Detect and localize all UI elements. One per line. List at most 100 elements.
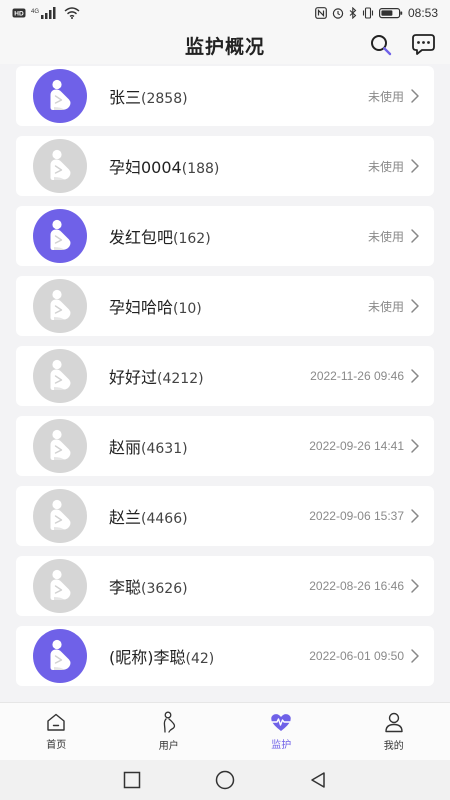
user-id: (162) xyxy=(173,231,211,247)
profile-icon xyxy=(385,712,403,733)
user-name: 好好过 xyxy=(109,368,158,387)
chevron-right-icon xyxy=(411,89,419,103)
user-avatar xyxy=(33,419,87,473)
user-id: (3626) xyxy=(141,581,188,597)
chat-bubble-icon xyxy=(412,34,435,55)
pregnant-woman-icon xyxy=(50,289,71,320)
tab-users[interactable]: 用户 xyxy=(113,703,226,760)
tab-profile-label: 我的 xyxy=(383,741,404,752)
page-title: 监护概况 xyxy=(184,35,265,58)
user-id: (10) xyxy=(173,301,202,317)
user-card-1[interactable]: 孕妇0004 (188) 未使用 xyxy=(16,136,434,196)
tab-home[interactable]: 首页 xyxy=(0,703,113,760)
last-use-status: 2022-09-26 14:41 xyxy=(309,439,404,453)
user-name: 孕妇哈哈 xyxy=(109,298,174,317)
pregnant-woman-icon xyxy=(50,569,71,600)
user-name-group: 赵丽 (4631) xyxy=(109,434,309,458)
user-avatar xyxy=(33,349,87,403)
search-button[interactable] xyxy=(366,30,396,60)
battery-icon xyxy=(378,8,403,19)
user-card-5[interactable]: 赵丽 (4631) 2022-09-26 14:41 xyxy=(16,416,434,476)
pregnant-woman-icon xyxy=(50,79,71,110)
pregnant-woman-icon xyxy=(50,639,71,670)
user-name: (昵称)李聪 xyxy=(109,648,186,667)
user-avatar xyxy=(33,69,87,123)
home-nav-button[interactable] xyxy=(214,769,236,791)
user-card-0[interactable]: 张三 (2858) 未使用 xyxy=(16,66,434,126)
user-avatar xyxy=(33,559,87,613)
user-id: (42) xyxy=(185,651,215,667)
last-use-status: 2022-08-26 16:46 xyxy=(309,579,404,593)
user-avatar xyxy=(33,629,87,683)
wifi-icon xyxy=(64,7,80,19)
pregnant-user-icon xyxy=(163,711,175,733)
chevron-right-icon xyxy=(411,299,419,313)
pregnant-woman-icon xyxy=(50,359,71,390)
user-avatar xyxy=(33,209,87,263)
user-name-group: 好好过 (4212) xyxy=(109,364,310,388)
tab-monitor-label: 监护 xyxy=(271,740,292,751)
tab-monitor[interactable]: 监护 xyxy=(225,703,338,760)
user-name: 赵丽 xyxy=(109,438,142,457)
last-use-status: 未使用 xyxy=(367,229,404,244)
tab-users-label: 用户 xyxy=(158,741,179,752)
monitor-user-list: 张三 (2858) 未使用 孕妇0004 (188) 未使用 发红包吧 (162… xyxy=(16,66,434,696)
user-name-group: (昵称)李聪 (42) xyxy=(109,644,309,668)
recent-apps-button[interactable] xyxy=(122,770,142,790)
user-card-7[interactable]: 李聪 (3626) 2022-08-26 16:46 xyxy=(16,556,434,616)
user-avatar xyxy=(33,139,87,193)
chevron-right-icon xyxy=(411,439,419,453)
signal-icon: 4G xyxy=(31,7,56,19)
system-nav-bar xyxy=(0,760,450,800)
user-name-group: 张三 (2858) xyxy=(109,84,368,108)
user-name: 张三 xyxy=(109,88,142,107)
last-use-status: 未使用 xyxy=(367,299,404,314)
tab-home-label: 首页 xyxy=(46,740,67,751)
user-name: 赵兰 xyxy=(109,508,142,527)
user-card-3[interactable]: 孕妇哈哈 (10) 未使用 xyxy=(16,276,434,336)
chevron-right-icon xyxy=(411,649,419,663)
tab-profile[interactable]: 我的 xyxy=(338,703,450,760)
pregnant-woman-icon xyxy=(50,429,71,460)
pregnant-woman-icon xyxy=(50,149,71,180)
chevron-right-icon xyxy=(411,509,419,523)
user-card-6[interactable]: 赵兰 (4466) 2022-09-06 15:37 xyxy=(16,486,434,546)
user-card-4[interactable]: 好好过 (4212) 2022-11-26 09:46 xyxy=(16,346,434,406)
last-use-status: 未使用 xyxy=(367,89,404,104)
user-name: 发红包吧 xyxy=(109,228,174,247)
hd-icon: HD xyxy=(12,8,26,18)
user-card-8[interactable]: (昵称)李聪 (42) 2022-06-01 09:50 xyxy=(16,626,434,686)
user-name-group: 赵兰 (4466) xyxy=(109,504,309,528)
user-name: 孕妇0004 xyxy=(109,158,182,177)
last-use-status: 未使用 xyxy=(367,159,404,174)
bottom-tab-bar: 首页 用户 监护 我的 xyxy=(0,702,450,760)
chevron-right-icon xyxy=(411,229,419,243)
user-id: (4466) xyxy=(141,511,188,527)
back-nav-button[interactable] xyxy=(308,770,328,790)
user-id: (2858) xyxy=(141,91,188,107)
pregnant-woman-icon xyxy=(50,499,71,530)
status-time: 08:53 xyxy=(407,6,438,20)
svg-text:HD: HD xyxy=(14,11,24,18)
status-bar: HD 4G 08:53 xyxy=(0,0,450,26)
svg-text:4G: 4G xyxy=(31,9,39,15)
user-name-group: 李聪 (3626) xyxy=(109,574,309,598)
last-use-status: 2022-11-26 09:46 xyxy=(310,369,404,383)
last-use-status: 2022-06-01 09:50 xyxy=(309,649,404,663)
user-id: (4212) xyxy=(157,371,204,387)
vibrate-icon xyxy=(362,7,374,19)
chevron-right-icon xyxy=(411,579,419,593)
message-button[interactable] xyxy=(408,30,438,60)
chevron-right-icon xyxy=(411,159,419,173)
app-header: 监护概况 xyxy=(0,26,450,64)
user-name-group: 孕妇0004 (188) xyxy=(109,154,368,178)
user-card-2[interactable]: 发红包吧 (162) 未使用 xyxy=(16,206,434,266)
user-avatar xyxy=(33,489,87,543)
user-id: (188) xyxy=(181,161,220,177)
chevron-right-icon xyxy=(411,369,419,383)
home-icon xyxy=(47,713,65,731)
alarm-icon xyxy=(332,8,344,19)
pregnant-woman-icon xyxy=(50,219,71,250)
user-name: 李聪 xyxy=(109,578,142,597)
nfc-icon xyxy=(315,7,327,19)
